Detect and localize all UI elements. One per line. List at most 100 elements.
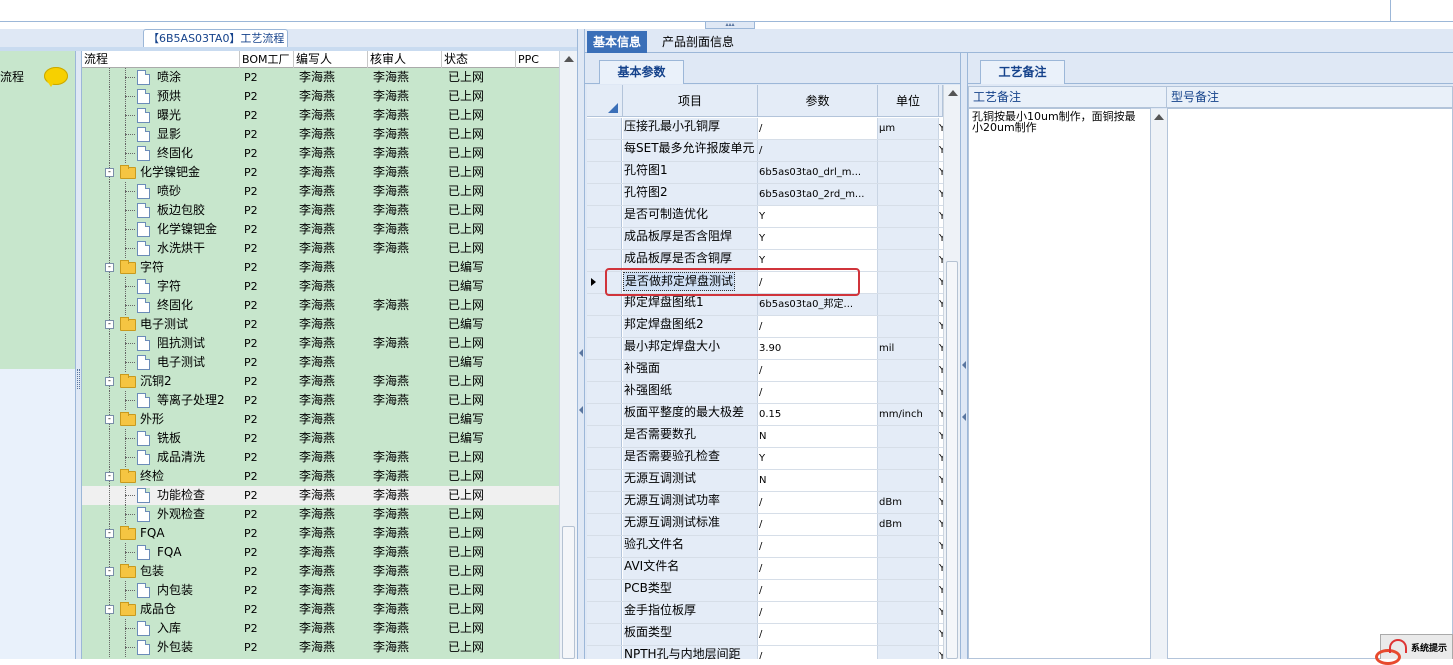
tree-row[interactable]: - 外形 P2 李海燕 已编写 — [82, 410, 559, 429]
param-item-cell[interactable]: 最小邦定焊盘大小 — [623, 338, 758, 359]
collapse-left-icon[interactable] — [962, 413, 966, 421]
tab-basic-info[interactable]: 基本信息 — [587, 31, 648, 53]
param-row[interactable]: 板面平整度的最大极差 0.15 mm/inch Y — [587, 404, 943, 426]
param-item-cell[interactable]: 邦定焊盘图纸1 — [623, 294, 758, 315]
tree-row[interactable]: 字符 P2 李海燕 已编写 — [82, 277, 559, 296]
collapse-left-icon[interactable] — [962, 361, 966, 369]
param-row[interactable]: 是否需要数孔 N Y — [587, 426, 943, 448]
param-item-cell[interactable]: 成品板厚是否含阻焊 — [623, 228, 758, 249]
collapse-toggle-icon[interactable]: - — [105, 415, 114, 424]
tree-row[interactable]: - 终检 P2 李海燕 李海燕 已上网 — [82, 467, 559, 486]
tree-row[interactable]: 预烘 P2 李海燕 李海燕 已上网 — [82, 87, 559, 106]
tree-row[interactable]: - 沉铜2 P2 李海燕 李海燕 已上网 — [82, 372, 559, 391]
param-value-cell[interactable]: / — [758, 382, 878, 403]
param-value-cell[interactable]: / — [758, 602, 878, 623]
param-item-cell[interactable]: 是否需要数孔 — [623, 426, 758, 447]
tree-row[interactable]: 喷涂 P2 李海燕 李海燕 已上网 — [82, 68, 559, 87]
tree-row[interactable]: 电子测试 P2 李海燕 已编写 — [82, 353, 559, 372]
vertical-splitter-grip[interactable]: ▴▴▴ — [705, 22, 755, 29]
tree-row[interactable]: - 电子测试 P2 李海燕 已编写 — [82, 315, 559, 334]
param-value-cell[interactable]: 0.15 — [758, 404, 878, 425]
param-row[interactable]: 是否可制造优化 Y Y — [587, 206, 943, 228]
param-row[interactable]: 压接孔最小孔铜厚 / μm Y — [587, 118, 943, 140]
tree-row[interactable]: 铣板 P2 李海燕 已编写 — [82, 429, 559, 448]
col-header-param[interactable]: 参数 — [758, 85, 878, 117]
tab-profile-info[interactable]: 产品剖面信息 — [656, 31, 740, 53]
tree-row[interactable]: 成品清洗 P2 李海燕 李海燕 已上网 — [82, 448, 559, 467]
param-row[interactable]: 孔符图1 6b5as03ta0_drl_m... Y — [587, 162, 943, 184]
row-header[interactable] — [587, 580, 622, 601]
tree-row[interactable]: 外观检查 P2 李海燕 李海燕 已上网 — [82, 505, 559, 524]
param-value-cell[interactable]: / — [758, 360, 878, 381]
param-value-cell[interactable]: 6b5as03ta0_2rd_m... — [758, 184, 878, 205]
tree-row[interactable]: 终固化 P2 李海燕 李海燕 已上网 — [82, 296, 559, 315]
collapse-left-icon[interactable] — [579, 406, 583, 414]
param-value-cell[interactable]: / — [758, 118, 878, 139]
col-header-item[interactable]: 项目 — [623, 85, 758, 117]
collapse-toggle-icon[interactable]: - — [105, 263, 114, 272]
param-value-cell[interactable]: Y — [758, 228, 878, 249]
row-header[interactable] — [587, 558, 622, 579]
scroll-up-arrow-icon[interactable] — [1154, 114, 1164, 120]
row-header[interactable] — [587, 646, 622, 659]
row-header[interactable] — [587, 118, 622, 139]
tree-row[interactable]: 化学镍钯金 P2 李海燕 李海燕 已上网 — [82, 220, 559, 239]
param-item-cell[interactable]: 邦定焊盘图纸2 — [623, 316, 758, 337]
param-item-cell[interactable]: 无源互调测试 — [623, 470, 758, 491]
col-header-writer[interactable]: 编写人 — [294, 51, 368, 68]
tree-row[interactable]: 外包装 P2 李海燕 李海燕 已上网 — [82, 638, 559, 657]
col-header-status[interactable]: 状态 — [442, 51, 516, 68]
scroll-thumb[interactable] — [562, 526, 575, 659]
collapse-toggle-icon[interactable]: - — [105, 605, 114, 614]
param-value-cell[interactable]: / — [758, 316, 878, 337]
param-value-cell[interactable]: / — [758, 558, 878, 579]
scroll-up-arrow-icon[interactable] — [564, 56, 574, 62]
row-header[interactable] — [587, 448, 622, 469]
model-note-textarea[interactable] — [1167, 108, 1453, 659]
param-value-cell[interactable]: 6b5as03ta0_drl_m... — [758, 162, 878, 183]
tree-scrollbar[interactable] — [559, 51, 577, 659]
param-row[interactable]: AVI文件名 / Y — [587, 558, 943, 580]
row-header[interactable] — [587, 404, 622, 425]
tree-row[interactable]: 曝光 P2 李海燕 李海燕 已上网 — [82, 106, 559, 125]
tab-process-notes[interactable]: 工艺备注 — [980, 60, 1065, 84]
param-row[interactable]: 每SET最多允许报废单元 / Y — [587, 140, 943, 162]
scroll-up-arrow-icon[interactable] — [948, 90, 958, 96]
main-splitter[interactable] — [577, 29, 585, 659]
grid-corner[interactable] — [587, 85, 623, 117]
tree-row[interactable]: 入库 P2 李海燕 李海燕 已上网 — [82, 619, 559, 638]
collapse-toggle-icon[interactable]: - — [105, 529, 114, 538]
col-header-ppc[interactable]: PPC — [516, 51, 559, 68]
param-row[interactable]: 补强面 / Y — [587, 360, 943, 382]
param-value-cell[interactable]: Y — [758, 448, 878, 469]
param-item-cell[interactable]: 金手指位板厚 — [623, 602, 758, 623]
row-header[interactable] — [587, 426, 622, 447]
tree-row[interactable]: 内包装 P2 李海燕 李海燕 已上网 — [82, 581, 559, 600]
param-item-cell[interactable]: PCB类型 — [623, 580, 758, 601]
param-row[interactable]: PCB类型 / Y — [587, 580, 943, 602]
tree-row[interactable]: - 化学镍钯金 P2 李海燕 李海燕 已上网 — [82, 163, 559, 182]
params-scrollbar[interactable] — [943, 85, 960, 659]
tree-row[interactable]: 板边包胶 P2 李海燕 李海燕 已上网 — [82, 201, 559, 220]
tree-row[interactable]: 功能检查 P2 李海燕 李海燕 已上网 — [82, 486, 559, 505]
param-item-cell[interactable]: 板面类型 — [623, 624, 758, 645]
collapse-left-icon[interactable] — [579, 349, 583, 357]
param-row[interactable]: 邦定焊盘图纸1 6b5as03ta0_邦定... Y — [587, 294, 943, 316]
row-header[interactable] — [587, 624, 622, 645]
param-item-cell[interactable]: 补强图纸 — [623, 382, 758, 403]
param-value-cell[interactable]: N — [758, 426, 878, 447]
tab-basic-params[interactable]: 基本参数 — [599, 60, 684, 84]
row-header[interactable] — [587, 492, 622, 513]
param-item-cell[interactable]: 孔符图1 — [623, 162, 758, 183]
collapse-toggle-icon[interactable]: - — [105, 320, 114, 329]
col-header-bom[interactable]: BOM工厂 — [240, 51, 294, 68]
param-row[interactable]: 补强图纸 / Y — [587, 382, 943, 404]
row-header[interactable] — [587, 162, 622, 183]
row-header[interactable] — [587, 602, 622, 623]
collapse-toggle-icon[interactable]: - — [105, 377, 114, 386]
col-header-reviewer[interactable]: 核审人 — [368, 51, 442, 68]
param-value-cell[interactable]: 6b5as03ta0_邦定... — [758, 294, 878, 315]
col-header-unit[interactable]: 单位 — [878, 85, 939, 117]
param-item-cell[interactable]: AVI文件名 — [623, 558, 758, 579]
param-row[interactable]: 是否需要验孔检查 Y Y — [587, 448, 943, 470]
